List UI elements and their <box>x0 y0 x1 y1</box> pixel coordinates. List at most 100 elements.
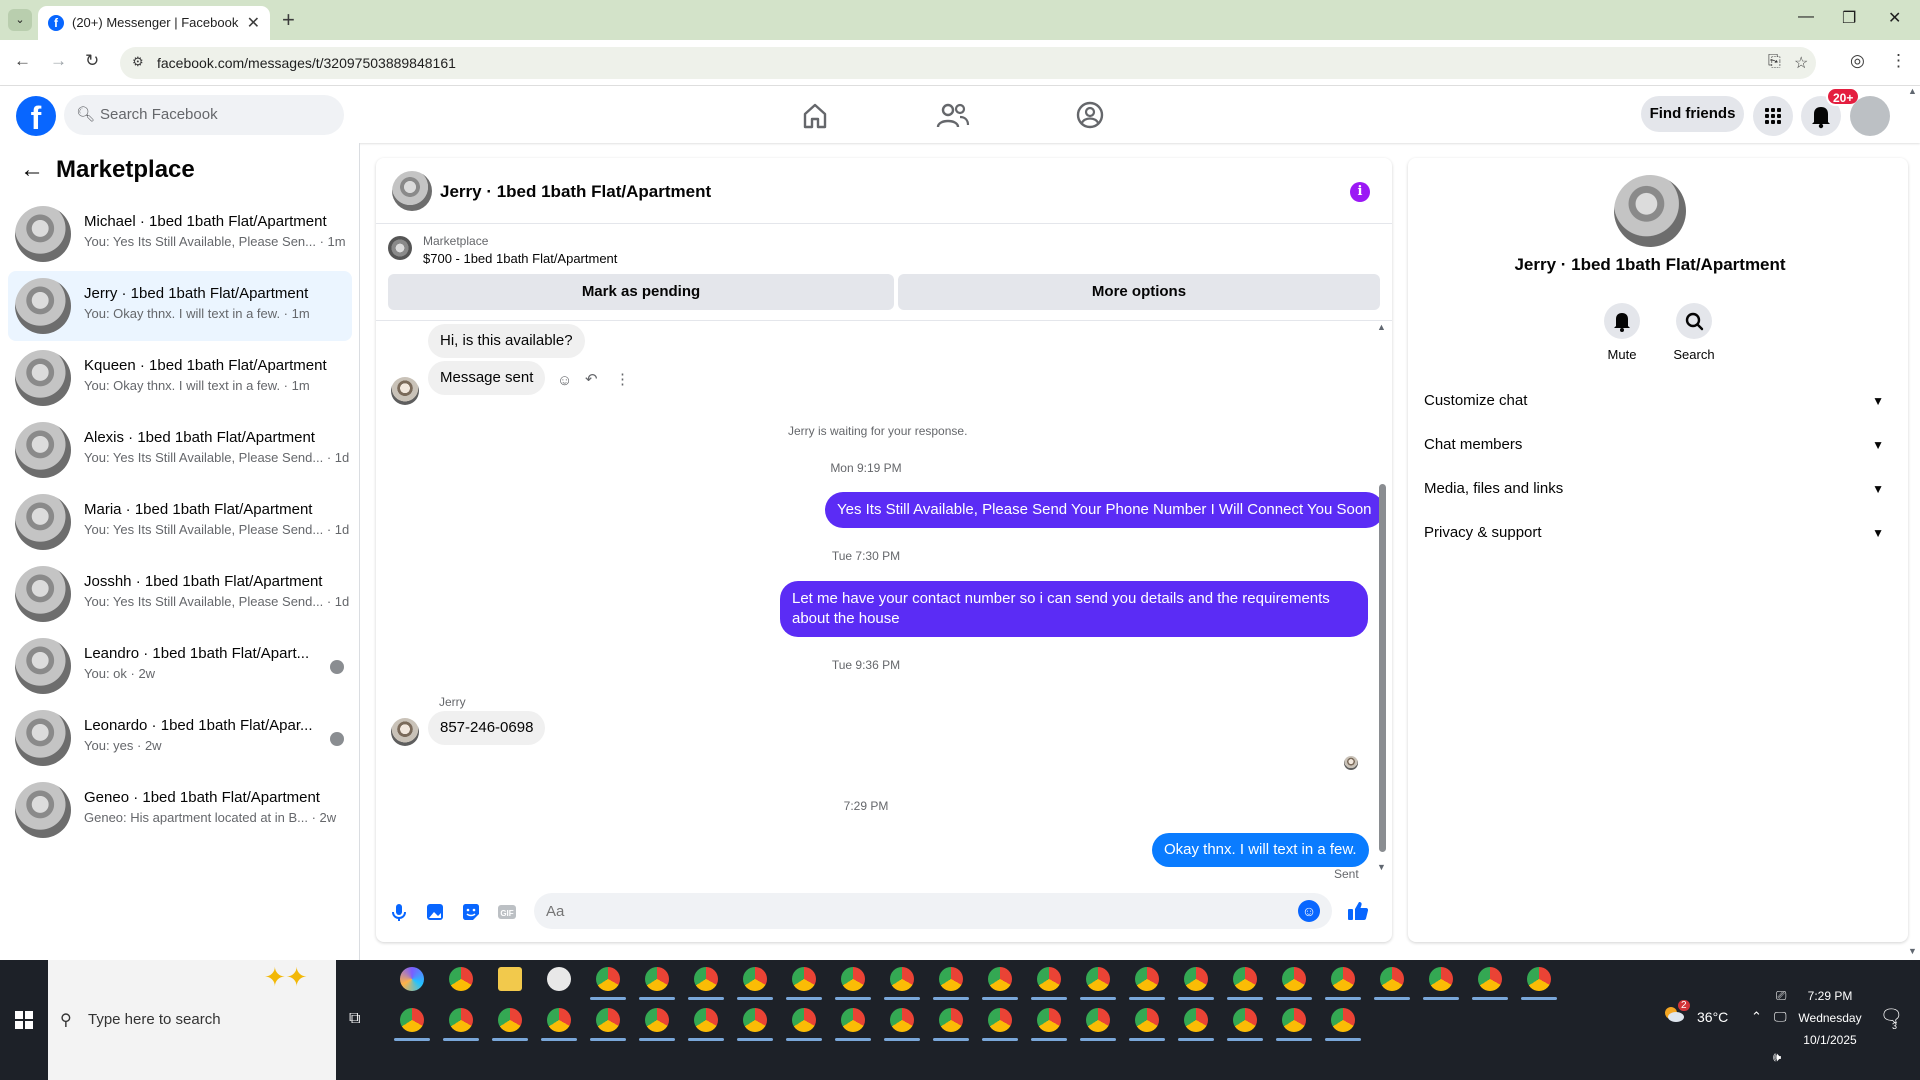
outgoing-message[interactable]: Let me have your contact number so i can… <box>780 581 1368 637</box>
profile-icon[interactable]: ◎ <box>1850 51 1865 71</box>
scroll-down-icon[interactable]: ▼ <box>1908 946 1917 956</box>
reply-icon[interactable]: ↶ <box>585 370 598 388</box>
clock-date[interactable]: 10/1/2025 <box>1800 1033 1860 1047</box>
search-chat-button[interactable]: Search <box>1664 303 1724 362</box>
chrome-profile-taskbar-icon[interactable] <box>694 967 718 991</box>
incoming-message[interactable]: Message sent <box>428 361 546 395</box>
chrome-profile-taskbar-icon[interactable] <box>1233 1008 1257 1032</box>
facebook-logo-icon[interactable]: f <box>16 96 56 136</box>
chrome-profile-taskbar-icon[interactable] <box>890 967 914 991</box>
copilot-taskbar-icon[interactable] <box>400 967 424 991</box>
chrome-profile-taskbar-icon[interactable] <box>1331 1008 1355 1032</box>
friends-nav-icon[interactable] <box>933 98 973 132</box>
file-explorer-taskbar-icon[interactable] <box>498 967 522 991</box>
chrome-profile-taskbar-icon[interactable] <box>792 967 816 991</box>
home-nav-icon[interactable] <box>795 98 835 132</box>
chrome-profile-taskbar-icon[interactable] <box>1184 1008 1208 1032</box>
chrome-profile-taskbar-icon[interactable] <box>400 1008 424 1032</box>
scroll-up-icon[interactable]: ▲ <box>1908 86 1917 96</box>
emoji-icon[interactable]: ☺ <box>1298 900 1320 922</box>
chrome-profile-taskbar-icon[interactable] <box>988 1008 1012 1032</box>
bookmark-star-icon[interactable]: ☆ <box>1794 53 1808 73</box>
chrome-profile-taskbar-icon[interactable] <box>449 1008 473 1032</box>
incoming-message[interactable]: 857-246-0698 <box>428 711 546 745</box>
conversation-item[interactable]: Leonardo · 1bed 1bath Flat/Apar... You: y… <box>8 703 352 773</box>
chat-title[interactable]: Jerry · 1bed 1bath Flat/Apartment <box>440 182 711 202</box>
start-button[interactable] <box>0 960 48 1080</box>
chrome-profile-taskbar-icon[interactable] <box>1135 967 1159 991</box>
chat-avatar[interactable] <box>392 171 432 211</box>
volume-icon[interactable]: 🕪︎ <box>1773 1049 1781 1065</box>
conversation-item[interactable]: Alexis · 1bed 1bath Flat/Apartment You: Y… <box>8 415 352 485</box>
facebook-search-input[interactable]: 🔍︎ Search Facebook <box>64 95 344 135</box>
outgoing-message[interactable]: Okay thnx. I will text in a few. <box>1152 833 1369 867</box>
snip-taskbar-icon[interactable] <box>547 967 571 991</box>
chrome-profile-taskbar-icon[interactable] <box>498 1008 522 1032</box>
chrome-profile-taskbar-icon[interactable] <box>939 967 963 991</box>
chrome-profile-taskbar-icon[interactable] <box>890 1008 914 1032</box>
chrome-profile-taskbar-icon[interactable] <box>1478 967 1502 991</box>
forward-button[interactable]: → <box>50 51 67 71</box>
conversation-item[interactable]: Jerry · 1bed 1bath Flat/Apartment You: Ok… <box>8 271 352 341</box>
tablet-mode-icon[interactable]: ⎚ <box>1776 988 1786 1004</box>
scroll-down-icon[interactable]: ▼ <box>1377 862 1386 872</box>
conversation-item[interactable]: Michael · 1bed 1bath Flat/Apartment You: … <box>8 199 352 269</box>
info-icon[interactable]: i <box>1350 182 1370 202</box>
sticker-icon[interactable] <box>460 901 482 923</box>
reload-button[interactable]: ↻ <box>85 51 99 71</box>
chrome-profile-taskbar-icon[interactable] <box>596 1008 620 1032</box>
chrome-profile-taskbar-icon[interactable] <box>988 967 1012 991</box>
chrome-profile-taskbar-icon[interactable] <box>694 1008 718 1032</box>
network-icon[interactable]: 🖵︎ <box>1774 1009 1787 1025</box>
message-composer[interactable]: ☺ <box>534 893 1332 929</box>
chrome-taskbar-icon[interactable] <box>449 967 473 991</box>
more-options-button[interactable]: More options <box>898 274 1380 310</box>
back-arrow-icon[interactable]: ← <box>20 156 44 184</box>
chat-members-section[interactable]: Chat members ▼ <box>1424 423 1884 467</box>
conversation-item[interactable]: Maria · 1bed 1bath Flat/Apartment You: Ye… <box>8 487 352 557</box>
message-input[interactable] <box>534 893 1274 929</box>
back-button[interactable]: ← <box>14 51 31 71</box>
like-icon[interactable] <box>1346 899 1369 921</box>
page-scrollbar[interactable]: ▲ ▼ <box>1904 86 1920 960</box>
tab-close-icon[interactable]: ✕ <box>247 13 260 33</box>
clock-day[interactable]: Wednesday <box>1795 1011 1865 1025</box>
mark-pending-button[interactable]: Mark as pending <box>388 274 894 310</box>
chrome-profile-taskbar-icon[interactable] <box>547 1008 571 1032</box>
chrome-profile-taskbar-icon[interactable] <box>1037 967 1061 991</box>
media-files-section[interactable]: Media, files and links ▼ <box>1424 467 1884 511</box>
show-hidden-icons[interactable]: ⌃ <box>1751 1009 1762 1025</box>
minimize-button[interactable]: — <box>1798 8 1814 26</box>
conversation-item[interactable]: Kqueen · 1bed 1bath Flat/Apartment You: O… <box>8 343 352 413</box>
url-text[interactable]: facebook.com/messages/t/3209750388984816… <box>157 55 456 71</box>
chrome-profile-taskbar-icon[interactable] <box>645 1008 669 1032</box>
chrome-profile-taskbar-icon[interactable] <box>1527 967 1551 991</box>
mute-button[interactable]: Mute <box>1592 303 1652 362</box>
conversation-item[interactable]: Josshh · 1bed 1bath Flat/Apartment You: Y… <box>8 559 352 629</box>
chrome-profile-taskbar-icon[interactable] <box>1135 1008 1159 1032</box>
react-icon[interactable]: ☺ <box>557 372 572 389</box>
weather-temp[interactable]: 36°C <box>1697 1009 1728 1025</box>
chrome-profile-taskbar-icon[interactable] <box>1331 967 1355 991</box>
listing-thumbnail[interactable] <box>388 236 412 260</box>
chrome-profile-taskbar-icon[interactable] <box>1086 1008 1110 1032</box>
outgoing-message[interactable]: Yes Its Still Available, Please Send You… <box>825 492 1384 528</box>
omnibox[interactable]: ⚙ facebook.com/messages/t/32097503889848… <box>120 47 1816 79</box>
chrome-profile-taskbar-icon[interactable] <box>792 1008 816 1032</box>
install-app-icon[interactable]: ⎘ <box>1768 53 1781 71</box>
chrome-profile-taskbar-icon[interactable] <box>1037 1008 1061 1032</box>
photo-icon[interactable] <box>424 901 446 923</box>
incoming-message[interactable]: Hi, is this available? <box>428 324 585 358</box>
scroll-thumb[interactable] <box>1379 484 1386 852</box>
close-window-button[interactable]: ✕ <box>1888 8 1901 28</box>
sender-avatar[interactable] <box>391 377 419 405</box>
chrome-profile-taskbar-icon[interactable] <box>1282 1008 1306 1032</box>
customize-chat-section[interactable]: Customize chat ▼ <box>1424 379 1884 423</box>
chat-scrollbar[interactable]: ▲ ▼ <box>1376 322 1388 874</box>
browser-menu-icon[interactable]: ⋮ <box>1890 51 1907 71</box>
more-icon[interactable]: ⋮ <box>615 370 630 388</box>
groups-nav-icon[interactable] <box>1070 98 1110 132</box>
chrome-profile-taskbar-icon[interactable] <box>1086 967 1110 991</box>
chrome-profile-taskbar-icon[interactable] <box>1429 967 1453 991</box>
clock-time[interactable]: 7:29 PM <box>1800 989 1860 1003</box>
